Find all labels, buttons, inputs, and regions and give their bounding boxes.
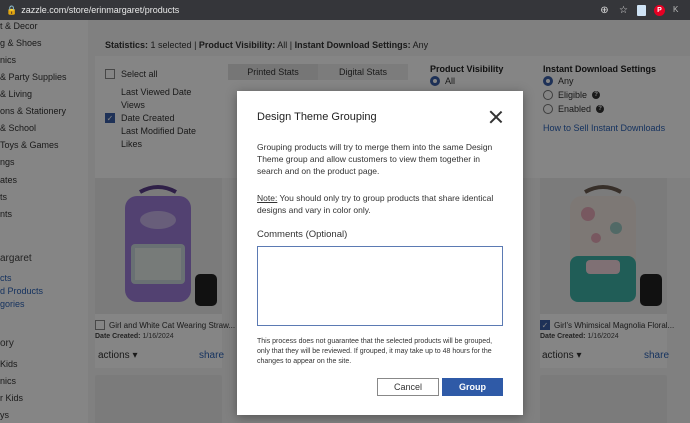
star-icon[interactable]: ☆ — [618, 5, 629, 16]
cancel-button[interactable]: Cancel — [377, 378, 439, 396]
comments-label: Comments (Optional) — [257, 229, 348, 240]
address-bar[interactable]: zazzle.com/store/erinmargaret/products — [21, 5, 179, 15]
pinterest-icon[interactable]: P — [654, 4, 665, 16]
dialog-note: Note: You should only try to group produ… — [257, 192, 507, 216]
profile-icon[interactable]: K — [673, 5, 684, 16]
zoom-icon[interactable]: ⊕ — [599, 5, 610, 16]
design-theme-grouping-dialog: Design Theme Grouping Grouping products … — [237, 91, 523, 415]
note-label: Note: — [257, 193, 278, 203]
dialog-description: Grouping products will try to merge them… — [257, 142, 493, 176]
comments-textarea[interactable] — [257, 246, 503, 326]
browser-toolbar: 🔒 zazzle.com/store/erinmargaret/products… — [0, 0, 690, 20]
extension-icon[interactable] — [637, 4, 646, 16]
group-button[interactable]: Group — [442, 378, 503, 396]
browser-actions: ⊕ ☆ P K — [599, 4, 684, 16]
dialog-disclaimer: This process does not guarantee that the… — [257, 338, 493, 365]
close-icon[interactable] — [489, 110, 503, 124]
note-text: You should only try to group products th… — [257, 193, 494, 215]
dialog-title: Design Theme Grouping — [257, 111, 377, 123]
lock-icon: 🔒 — [6, 4, 18, 15]
